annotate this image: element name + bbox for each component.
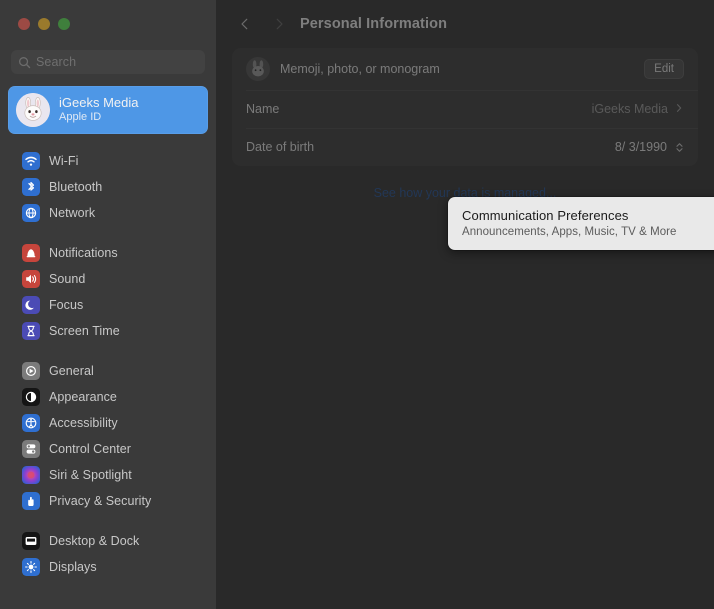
main-content: Personal Information Memoji, photo, or m… xyxy=(216,0,714,609)
sidebar-item-label: General xyxy=(49,364,94,378)
apple-id-subtitle: Apple ID xyxy=(59,111,102,124)
notifications-icon xyxy=(22,244,40,262)
forward-button[interactable] xyxy=(268,13,290,35)
sidebar-group-network: Wi-Fi Bluetooth Network xyxy=(0,148,216,226)
search-icon xyxy=(18,56,31,69)
communication-preferences-card[interactable]: Communication Preferences Announcements,… xyxy=(448,197,714,250)
name-row-accessory: iGeeks Media xyxy=(592,100,684,118)
close-button[interactable] xyxy=(18,18,30,30)
sidebar-item-label: Screen Time xyxy=(49,324,120,338)
sidebar-item-label: Privacy & Security xyxy=(49,494,152,508)
control-center-icon xyxy=(22,440,40,458)
focus-icon xyxy=(22,296,40,314)
memoji-row-accessory: Edit xyxy=(644,59,684,79)
memoji-rabbit-avatar xyxy=(246,57,270,81)
appearance-icon xyxy=(22,388,40,406)
sidebar-item-displays[interactable]: Displays xyxy=(8,554,208,580)
name-row-value: iGeeks Media xyxy=(591,102,668,116)
sidebar-item-label: Appearance xyxy=(49,390,117,404)
sidebar-item-label: Displays xyxy=(49,560,97,574)
sidebar-item-label: Sound xyxy=(49,272,86,286)
sidebar-item-bluetooth[interactable]: Bluetooth xyxy=(8,174,208,200)
date-of-birth-accessory: 8/ 3/1990 xyxy=(615,140,684,154)
sidebar-item-label: Focus xyxy=(49,298,84,312)
apple-id-text: iGeeks Media Apple ID xyxy=(59,95,138,125)
sidebar-item-appearance[interactable]: Appearance xyxy=(8,384,208,410)
sidebar-group-desktop: Desktop & Dock Displays xyxy=(0,528,216,580)
sidebar-item-focus[interactable]: Focus xyxy=(8,292,208,318)
edit-button[interactable]: Edit xyxy=(644,59,684,79)
sidebar-item-accessibility[interactable]: Accessibility xyxy=(8,410,208,436)
sidebar-item-label: Bluetooth xyxy=(49,180,103,194)
zoom-button[interactable] xyxy=(58,18,70,30)
sidebar-item-screen-time[interactable]: Screen Time xyxy=(8,318,208,344)
sidebar-item-control-center[interactable]: Control Center xyxy=(8,436,208,462)
sidebar-item-label: Desktop & Dock xyxy=(49,534,140,548)
displays-icon xyxy=(22,558,40,576)
date-of-birth-row[interactable]: Date of birth 8/ 3/1990 xyxy=(232,128,698,166)
date-of-birth-value[interactable]: 8/ 3/1990 xyxy=(615,140,667,154)
search-placeholder: Search xyxy=(36,55,77,69)
sound-icon xyxy=(22,270,40,288)
sidebar-item-notifications[interactable]: Notifications xyxy=(8,240,208,266)
sidebar-item-sound[interactable]: Sound xyxy=(8,266,208,292)
date-of-birth-label: Date of birth xyxy=(246,140,315,154)
desktop-dock-icon xyxy=(22,532,40,550)
sidebar-item-wifi[interactable]: Wi-Fi xyxy=(8,148,208,174)
minimize-button[interactable] xyxy=(38,18,50,30)
bluetooth-icon xyxy=(22,178,40,196)
toolbar: Personal Information xyxy=(216,0,714,48)
network-icon xyxy=(22,204,40,222)
back-button[interactable] xyxy=(234,13,256,35)
sidebar-group-system: General Appearance Accessibility Control… xyxy=(0,358,216,514)
communication-preferences-subtitle: Announcements, Apps, Music, TV & More xyxy=(462,226,677,238)
sidebar-item-label: Accessibility xyxy=(49,416,118,430)
search-container: Search xyxy=(0,40,216,74)
name-row[interactable]: Name iGeeks Media xyxy=(232,90,698,128)
page-title: Personal Information xyxy=(300,16,448,32)
siri-icon xyxy=(22,466,40,484)
sidebar: Search iGeeks Media Apple ID Wi-Fi Bluet… xyxy=(0,0,216,609)
accessibility-icon xyxy=(22,414,40,432)
system-settings-window: Search iGeeks Media Apple ID Wi-Fi Bluet… xyxy=(0,0,714,609)
general-icon xyxy=(22,362,40,380)
search-input[interactable]: Search xyxy=(11,50,205,74)
sidebar-item-label: Siri & Spotlight xyxy=(49,468,132,482)
sidebar-item-desktop-dock[interactable]: Desktop & Dock xyxy=(8,528,208,554)
memoji-row-label: Memoji, photo, or monogram xyxy=(280,62,440,76)
stepper-icon[interactable] xyxy=(675,141,684,154)
sidebar-item-apple-id[interactable]: iGeeks Media Apple ID xyxy=(8,86,208,134)
sidebar-item-label: Notifications xyxy=(49,246,118,260)
wifi-icon xyxy=(22,152,40,170)
memoji-rabbit-avatar xyxy=(16,93,50,127)
sidebar-item-network[interactable]: Network xyxy=(8,200,208,226)
privacy-icon xyxy=(22,492,40,510)
chevron-right-icon[interactable] xyxy=(674,100,684,118)
sidebar-item-general[interactable]: General xyxy=(8,358,208,384)
name-row-label: Name xyxy=(246,102,280,116)
screen-time-icon xyxy=(22,322,40,340)
window-traffic-lights xyxy=(0,0,216,40)
sidebar-item-siri-spotlight[interactable]: Siri & Spotlight xyxy=(8,462,208,488)
sidebar-item-privacy-security[interactable]: Privacy & Security xyxy=(8,488,208,514)
sidebar-item-label: Control Center xyxy=(49,442,131,456)
communication-preferences-text: Communication Preferences Announcements,… xyxy=(462,208,677,238)
sidebar-item-label: Wi-Fi xyxy=(49,154,79,168)
memoji-row[interactable]: Memoji, photo, or monogram Edit xyxy=(232,48,698,90)
settings-content: Memoji, photo, or monogram Edit Name iGe… xyxy=(216,48,714,200)
sidebar-nav: Wi-Fi Bluetooth Network Notifications So… xyxy=(0,148,216,580)
sidebar-item-label: Network xyxy=(49,206,96,220)
personal-info-card: Memoji, photo, or monogram Edit Name iGe… xyxy=(232,48,698,166)
sidebar-group-alerts: Notifications Sound Focus Screen Time xyxy=(0,240,216,344)
apple-id-name: iGeeks Media xyxy=(59,95,139,110)
communication-preferences-title: Communication Preferences xyxy=(462,208,629,223)
